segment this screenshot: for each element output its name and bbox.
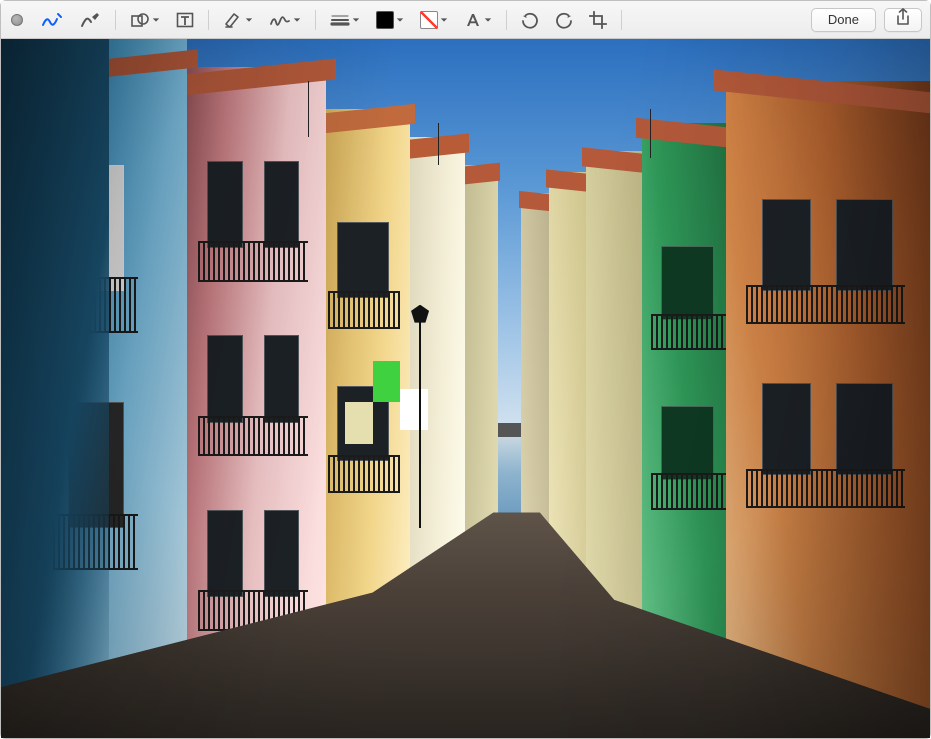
- highlight-tool-button[interactable]: [215, 7, 261, 33]
- line-style-button[interactable]: [322, 7, 368, 33]
- tool-group-style: [322, 7, 500, 33]
- chevron-down-icon: [440, 16, 448, 24]
- rotate-right-button[interactable]: [547, 7, 581, 33]
- share-icon: [895, 8, 911, 31]
- chevron-down-icon: [245, 16, 253, 24]
- text-style-button[interactable]: [456, 7, 500, 33]
- highlight-icon: [223, 11, 243, 29]
- border-color-swatch: [376, 11, 394, 29]
- text-tool-button[interactable]: [168, 7, 202, 33]
- toolbar-divider: [315, 10, 316, 30]
- sketch-tool-button[interactable]: [33, 7, 71, 33]
- fill-color-button[interactable]: [412, 7, 456, 33]
- draw-icon: [79, 11, 101, 29]
- draw-tool-button[interactable]: [71, 7, 109, 33]
- chevron-down-icon: [396, 16, 404, 24]
- chevron-down-icon: [484, 16, 492, 24]
- shapes-tool-button[interactable]: [122, 7, 168, 33]
- toolbar-divider: [208, 10, 209, 30]
- fill-color-swatch: [420, 11, 438, 29]
- toolbar-divider: [115, 10, 116, 30]
- markup-window: Done: [0, 0, 931, 739]
- photo-content: [1, 39, 930, 738]
- tool-group-insert: [122, 7, 202, 33]
- text-icon: [176, 11, 194, 29]
- tool-group-freehand: [33, 7, 109, 33]
- signature-icon: [269, 11, 291, 29]
- done-button-label: Done: [828, 12, 859, 27]
- chevron-down-icon: [293, 16, 301, 24]
- rotate-right-icon: [555, 11, 573, 29]
- rotate-left-button[interactable]: [513, 7, 547, 33]
- border-color-button[interactable]: [368, 7, 412, 33]
- rotate-left-icon: [521, 11, 539, 29]
- chevron-down-icon: [352, 16, 360, 24]
- sign-tool-button[interactable]: [261, 7, 309, 33]
- line-style-icon: [330, 11, 350, 29]
- image-canvas[interactable]: [1, 39, 930, 738]
- markup-toolbar: Done: [1, 1, 930, 39]
- tool-group-annotate: [215, 7, 309, 33]
- share-button[interactable]: [884, 8, 922, 32]
- text-style-icon: [464, 11, 482, 29]
- toolbar-divider: [506, 10, 507, 30]
- done-button[interactable]: Done: [811, 8, 876, 32]
- crop-icon: [589, 11, 607, 29]
- chevron-down-icon: [152, 16, 160, 24]
- close-window-button[interactable]: [11, 14, 23, 26]
- shapes-icon: [130, 11, 150, 29]
- tool-group-transform: [513, 7, 615, 33]
- crop-button[interactable]: [581, 7, 615, 33]
- sketch-icon: [41, 11, 63, 29]
- toolbar-divider: [621, 10, 622, 30]
